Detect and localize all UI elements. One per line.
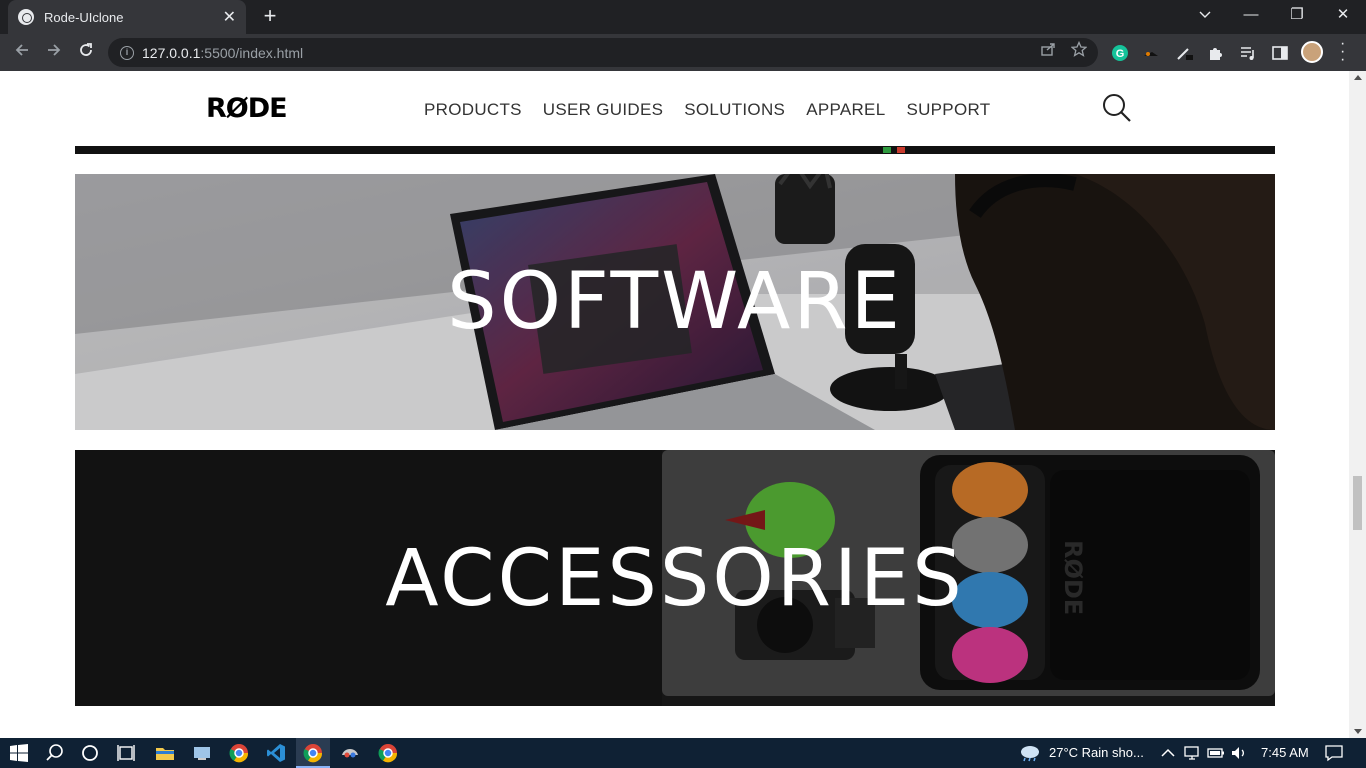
accessories-title: ACCESSORIES [385, 534, 965, 624]
new-tab-button[interactable]: + [258, 4, 282, 28]
app-icon[interactable] [340, 743, 360, 763]
page-viewport: RØDE PRODUCTS USER GUIDES SOLUTIONS APPA… [0, 71, 1349, 738]
puzzle-icon[interactable] [1207, 44, 1225, 62]
chrome-profile-icon[interactable] [378, 743, 398, 763]
search-icon[interactable] [45, 743, 65, 763]
chrome-icon[interactable] [229, 743, 249, 763]
close-tab-icon[interactable]: ✕ [223, 7, 236, 27]
windows-taskbar: 27°C Rain sho... 7:45 AM [0, 738, 1366, 768]
reload-icon[interactable] [74, 40, 98, 64]
tab-title: Rode-UIclone [44, 9, 124, 25]
search-icon[interactable] [1102, 93, 1132, 123]
profile-avatar[interactable] [1301, 41, 1323, 63]
vscode-icon[interactable] [266, 743, 286, 763]
minimize-button[interactable]: — [1228, 0, 1274, 34]
chrome-menu-icon[interactable]: · · · [1340, 36, 1345, 68]
url-text: 127.0.0.1:5500/index.html [142, 44, 304, 61]
weather-text[interactable]: 27°C Rain sho... [1049, 745, 1144, 760]
chrome-active-icon[interactable] [303, 743, 323, 763]
task-view-icon[interactable] [116, 743, 136, 763]
weather-rain-icon[interactable] [1018, 743, 1042, 763]
rode-logo[interactable]: RØDE [206, 93, 288, 124]
pen-extension-icon[interactable] [1175, 44, 1193, 62]
control-panel-icon[interactable] [192, 743, 212, 763]
bookmark-star-icon[interactable] [1070, 40, 1088, 61]
volume-icon[interactable] [1229, 743, 1249, 763]
share-icon[interactable] [1040, 41, 1056, 61]
scroll-up-arrow-icon[interactable] [1354, 75, 1362, 80]
main-nav: PRODUCTS USER GUIDES SOLUTIONS APPAREL S… [424, 100, 1011, 120]
file-explorer-icon[interactable] [155, 743, 175, 763]
page-scrollbar[interactable] [1349, 71, 1366, 738]
browser-titlebar: Rode-UIclone ✕ + — ❐ ✕ [0, 0, 1366, 34]
nav-user-guides[interactable]: USER GUIDES [543, 100, 663, 120]
scroll-down-arrow-icon[interactable] [1354, 729, 1362, 734]
software-title: SOFTWARE [447, 257, 903, 347]
restore-button[interactable]: ❐ [1274, 0, 1320, 34]
browser-tab[interactable]: Rode-UIclone ✕ [8, 0, 246, 34]
forward-arrow-icon[interactable] [42, 40, 66, 64]
clock-time[interactable]: 7:45 AM [1261, 745, 1309, 760]
cortana-icon[interactable] [80, 743, 100, 763]
chevron-up-icon[interactable] [1158, 743, 1178, 763]
close-window-button[interactable]: ✕ [1320, 0, 1366, 34]
nav-support[interactable]: SUPPORT [906, 100, 990, 120]
previous-banner-edge [75, 146, 1275, 154]
grammarly-icon[interactable]: G [1111, 44, 1129, 62]
site-info-icon[interactable]: i [120, 45, 134, 60]
tab-search-icon[interactable] [1182, 0, 1228, 34]
nav-solutions[interactable]: SOLUTIONS [684, 100, 785, 120]
software-banner[interactable]: SOFTWARE [75, 174, 1275, 430]
nav-products[interactable]: PRODUCTS [424, 100, 522, 120]
network-icon[interactable] [1183, 743, 1203, 763]
browser-toolbar: i 127.0.0.1:5500/index.html [0, 34, 1366, 71]
media-queue-icon[interactable] [1239, 44, 1257, 62]
globe-icon [18, 9, 34, 25]
extension-icon[interactable] [1142, 44, 1160, 62]
battery-icon[interactable] [1206, 743, 1226, 763]
back-arrow-icon[interactable] [10, 40, 34, 64]
address-bar[interactable]: i 127.0.0.1:5500/index.html [108, 38, 1098, 67]
svg-text:G: G [1116, 48, 1125, 60]
accessories-banner[interactable]: RØDE ACCESSORIES [75, 450, 1275, 706]
notifications-icon[interactable] [1324, 743, 1344, 763]
site-header: RØDE PRODUCTS USER GUIDES SOLUTIONS APPA… [0, 71, 1349, 146]
scrollbar-thumb[interactable] [1353, 476, 1362, 530]
side-panel-icon[interactable] [1271, 44, 1289, 62]
windows-start-icon[interactable] [9, 743, 29, 763]
nav-apparel[interactable]: APPAREL [806, 100, 885, 120]
